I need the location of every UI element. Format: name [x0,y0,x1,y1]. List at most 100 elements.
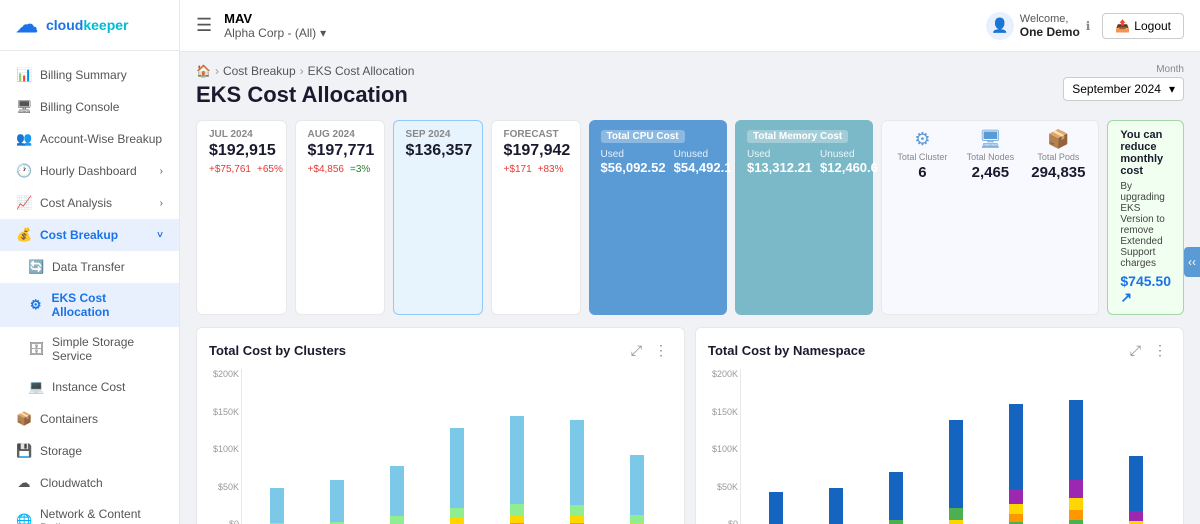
sidebar-item-label: EKS Cost Allocation [51,291,163,319]
promo-card: You can reduce monthly cost By upgrading… [1107,120,1184,315]
bar-group [370,466,424,524]
bar-group [250,488,304,524]
sidebar-item-label: Storage [40,444,82,458]
left-chart-panel: Total Cost by Clusters ⤢ ⋮ $200K $150K $… [196,327,685,524]
y-label: $150K [708,407,738,417]
expand-button[interactable]: ⤢ [627,340,646,361]
metric-card-jul: JUL 2024 $192,915 +$75,761 +65% [196,120,287,315]
sidebar-item-billing-summary[interactable]: 📊 Billing Summary [0,59,179,91]
bar-segment [829,488,843,524]
bar-group [869,472,923,524]
change-pct: +83% [538,164,564,175]
sidebar-item-storage[interactable]: 💾 Storage [0,435,179,467]
sidebar-item-account-wise[interactable]: 👥 Account-Wise Breakup [0,123,179,155]
y-axis-left: $200K $150K $100K $50K $0 [209,369,239,524]
bar-segment [769,492,783,524]
right-expand-button[interactable]: ‹‹ [1184,247,1200,277]
logout-button[interactable]: 📤 Logout [1102,13,1184,39]
header-brand: MAV Alpha Corp - (All) ▾ [224,11,326,40]
sidebar-item-hourly-dashboard[interactable]: 🕐 Hourly Dashboard › [0,155,179,187]
mc-value: $197,771 [308,142,372,160]
cluster-icon: ⚙ [914,129,930,150]
bar-segment [1009,489,1023,504]
sidebar-item-cloudwatch[interactable]: ☁ Cloudwatch [0,467,179,499]
bar-segment [450,428,464,508]
mc-change: +$4,856 =3% [308,164,372,175]
page-title: EKS Cost Allocation [196,82,414,108]
more-button[interactable]: ⋮ [1149,340,1171,361]
main-content: ☰ MAV Alpha Corp - (All) ▾ 👤 Welcome, On… [180,0,1200,524]
more-button[interactable]: ⋮ [650,340,672,361]
breadcrumb-level1[interactable]: Cost Breakup [223,64,296,78]
mc-period: SEP 2024 [406,129,470,140]
left-chart-title: Total Cost by Clusters [209,343,346,358]
sidebar: ☁ cloudkeeper 📊 Billing Summary 🖥 Billin… [0,0,180,524]
network-icon: 🌐 [16,513,32,524]
y-label: $0 [708,519,738,524]
bar-segment [1069,480,1083,498]
sidebar-item-label: Cost Analysis [40,196,112,210]
dropdown-icon: ▾ [320,26,326,40]
sidebar-item-label: Billing Console [40,100,119,114]
bar-group [610,455,664,524]
menu-button[interactable]: ☰ [196,15,212,36]
cloud-icon: ☁ [16,475,32,491]
expand-button[interactable]: ⤢ [1126,340,1145,361]
bar-segment [949,520,963,524]
bar-group [989,404,1043,524]
chevron-right-icon: › [160,166,163,177]
sidebar-item-s3[interactable]: 🗄 Simple Storage Service [0,327,179,371]
change-abs: +$171 [504,164,532,175]
sidebar-item-label: Account-Wise Breakup [40,132,162,146]
home-icon[interactable]: 🏠 [196,64,211,78]
dropdown-chevron: ▾ [1169,82,1175,96]
mem-inner: Used $13,312.21 Unused $12,460.6 [747,149,861,175]
bar-segment [570,516,584,523]
bar-segment [1069,510,1083,520]
sidebar-item-instance-cost[interactable]: 💻 Instance Cost [0,371,179,403]
external-link-icon: ↗ [1120,289,1132,305]
sidebar-item-cost-analysis[interactable]: 📈 Cost Analysis › [0,187,179,219]
org-name: MAV [224,11,326,26]
chevron-right-icon: › [160,198,163,209]
header: ☰ MAV Alpha Corp - (All) ▾ 👤 Welcome, On… [180,0,1200,52]
page-header-row: 🏠 › Cost Breakup › EKS Cost Allocation E… [196,64,1184,120]
promo-value[interactable]: $745.50 ↗ [1120,273,1171,306]
bar-group [749,492,803,524]
bar-segment [1009,504,1023,514]
org-sub-label: Alpha Corp - (All) [224,26,316,40]
unused-label: Unused [674,149,732,160]
org-selector[interactable]: Alpha Corp - (All) ▾ [224,26,326,40]
nodes-label: Total Nodes [967,152,1015,162]
bar-segment [570,505,584,516]
sidebar-item-network[interactable]: 🌐 Network & Content Delivery [0,499,179,524]
bar-segment [949,420,963,508]
logout-label: Logout [1134,19,1171,33]
bar-group [550,420,604,524]
bar-segment [390,516,404,524]
info-icon[interactable]: ℹ [1086,19,1091,33]
pods-icon: 📦 [1047,129,1069,150]
chevron-down-icon: ˅ [157,230,163,241]
y-label: $200K [209,369,239,379]
sidebar-item-data-transfer[interactable]: 🔄 Data Transfer [0,251,179,283]
unused-value: $12,460.6 [820,160,878,175]
cpu-inner: Used $56,092.52 Unused $54,492.1 [601,149,715,175]
unused-value: $54,492.1 [674,160,732,175]
mc-change: +$75,761 +65% [209,164,274,175]
bar-segment [630,455,644,515]
sidebar-item-label: Cost Breakup [40,228,118,242]
sidebar-item-billing-console[interactable]: 🖥 Billing Console [0,91,179,123]
sidebar-item-eks[interactable]: ⚙ EKS Cost Allocation [0,283,179,327]
sidebar-item-label: Containers [40,412,98,426]
console-icon: 🖥 [16,99,32,115]
month-select-dropdown[interactable]: September 2024 ▾ [1063,77,1184,101]
sidebar-item-cost-breakup[interactable]: 💰 Cost Breakup ˅ [0,219,179,251]
mem-used: Used $13,312.21 [747,149,812,175]
nodes-icon: 🖥 [979,129,1002,150]
sidebar-item-containers[interactable]: 📦 Containers [0,403,179,435]
bar-segment [450,508,464,518]
y-label: $50K [708,482,738,492]
bar-segment [1069,400,1083,480]
metric-card-forecast: FORECAST $197,942 +$171 +83% [491,120,581,315]
